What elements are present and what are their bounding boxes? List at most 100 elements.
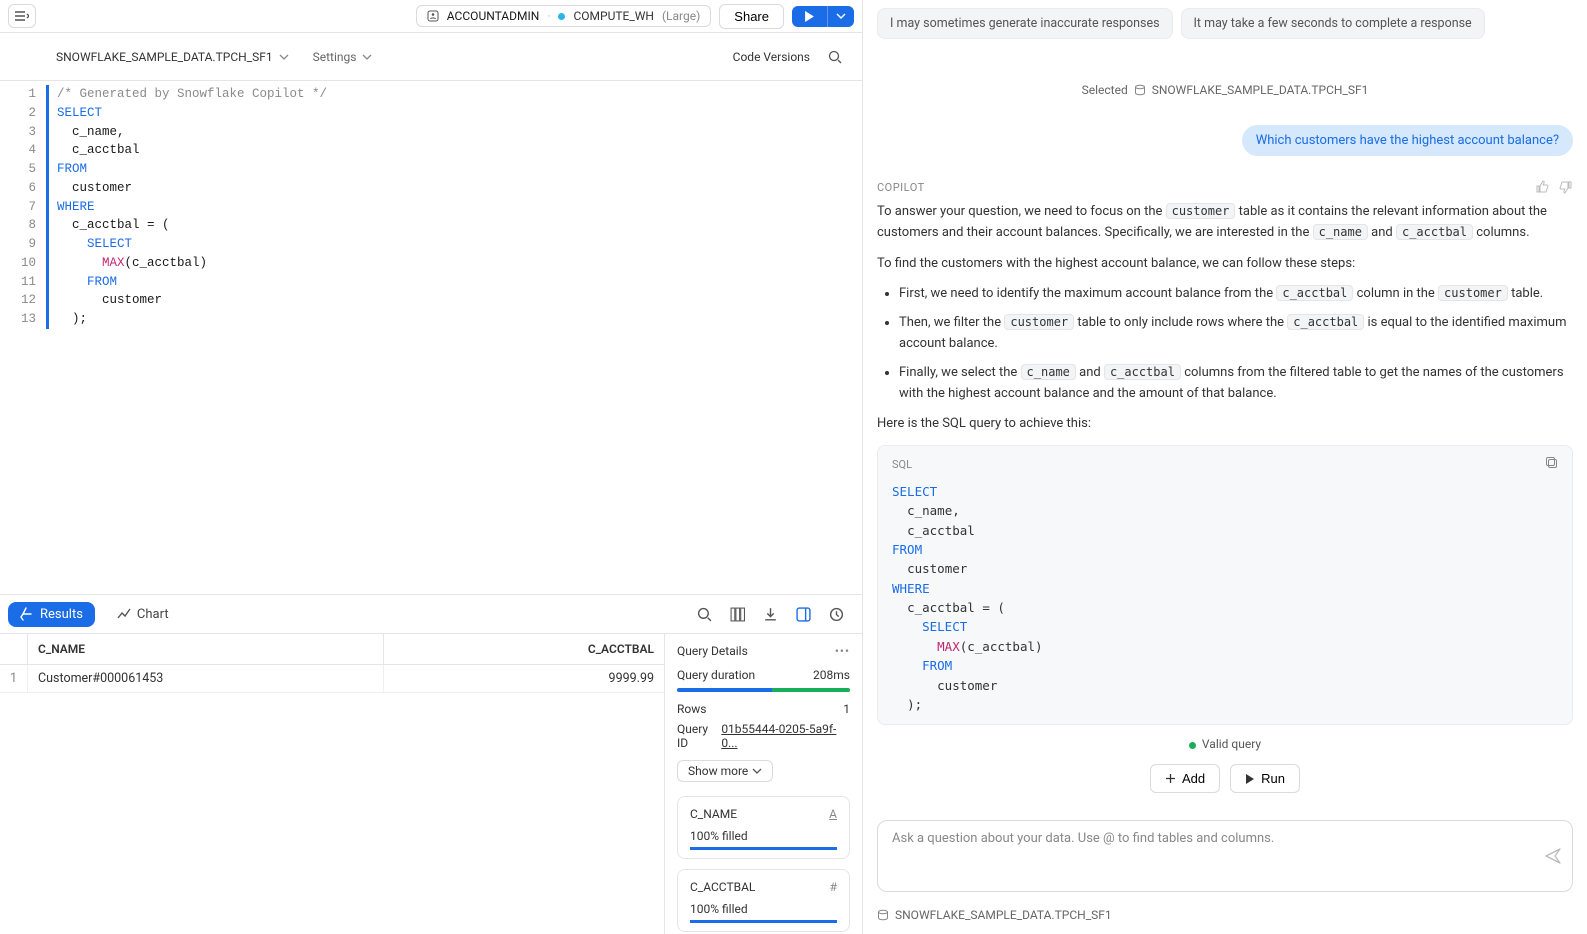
search-results-button[interactable] xyxy=(697,607,712,622)
details-more-button[interactable]: ••• xyxy=(835,644,850,658)
fill-bar xyxy=(690,920,837,923)
results-icon xyxy=(20,607,34,621)
duration-label: Query duration xyxy=(677,668,755,682)
row-index: 1 xyxy=(0,665,28,692)
search-button[interactable] xyxy=(828,50,842,64)
role-icon xyxy=(427,10,439,22)
play-icon xyxy=(804,11,815,22)
queryid-value[interactable]: 01b55444-0205-5a9f-0... xyxy=(721,722,850,750)
columns-button[interactable] xyxy=(730,607,745,622)
rows-label: Rows xyxy=(677,702,706,716)
duration-value: 208ms xyxy=(813,668,850,682)
run-button[interactable] xyxy=(792,6,827,27)
code-versions-link[interactable]: Code Versions xyxy=(733,50,810,64)
tab-chart-label: Chart xyxy=(137,607,169,622)
fill-bar xyxy=(690,847,837,850)
table-row[interactable]: 1 Customer#000061453 9999.99 xyxy=(0,665,664,693)
column-card-cacctbal[interactable]: C_ACCTBAL # 100% filled xyxy=(677,869,850,932)
copilot-pane: I may sometimes generate inaccurate resp… xyxy=(863,0,1587,934)
panel-toggle-button[interactable] xyxy=(796,607,811,622)
chevron-down-icon xyxy=(279,52,289,62)
send-button[interactable] xyxy=(1544,847,1562,865)
sidebar-toggle-button[interactable] xyxy=(8,4,36,28)
columns-icon xyxy=(730,607,745,622)
worksheet-header: SNOWFLAKE_SAMPLE_DATA.TPCH_SF1 Settings … xyxy=(0,33,862,81)
valid-dot-icon xyxy=(1189,742,1196,749)
search-icon xyxy=(828,50,842,64)
cell-cname: Customer#000061453 xyxy=(28,665,384,692)
copilot-input-area: Ask a question about your data. Use @ to… xyxy=(863,810,1587,902)
share-button[interactable]: Share xyxy=(719,4,784,29)
rows-value: 1 xyxy=(843,702,850,716)
copilot-input[interactable]: Ask a question about your data. Use @ to… xyxy=(877,820,1573,892)
thumbs-up-icon xyxy=(1535,180,1549,194)
thumbs-down-button[interactable] xyxy=(1559,180,1573,194)
cell-cacctbal: 9999.99 xyxy=(384,665,664,692)
duration-bar xyxy=(677,688,850,692)
queryid-label: Query ID xyxy=(677,722,721,750)
results-toolbar: Results Chart xyxy=(0,594,862,634)
tab-results[interactable]: Results xyxy=(8,602,95,627)
copilot-context-footer[interactable]: SNOWFLAKE_SAMPLE_DATA.TPCH_SF1 xyxy=(863,902,1587,934)
editor-code: /* Generated by Snowflake Copilot */SELE… xyxy=(46,85,327,329)
table-index-header xyxy=(0,634,28,664)
col-card-title: C_NAME xyxy=(690,807,737,821)
panel-icon xyxy=(796,607,811,622)
settings-label: Settings xyxy=(313,50,357,64)
valid-query-indicator: Valid query xyxy=(877,735,1573,754)
add-sql-button[interactable]: Add xyxy=(1150,764,1220,793)
copy-sql-button[interactable] xyxy=(1545,456,1558,474)
chevron-down-icon xyxy=(752,766,762,776)
worksheet-title: SNOWFLAKE_SAMPLE_DATA.TPCH_SF1 xyxy=(56,50,273,64)
chevron-down-icon xyxy=(362,52,372,62)
history-button[interactable] xyxy=(829,607,844,622)
selected-context: Selected SNOWFLAKE_SAMPLE_DATA.TPCH_SF1 xyxy=(863,47,1587,125)
query-details-title: Query Details xyxy=(677,644,748,658)
results-area: C_NAME C_ACCTBAL 1 Customer#000061453 99… xyxy=(0,634,862,934)
search-icon xyxy=(697,607,712,622)
thumbs-up-button[interactable] xyxy=(1535,180,1549,194)
number-type-icon: # xyxy=(830,880,837,894)
send-icon xyxy=(1544,847,1562,865)
run-dropdown-button[interactable] xyxy=(827,6,854,27)
selected-context-name: SNOWFLAKE_SAMPLE_DATA.TPCH_SF1 xyxy=(1152,83,1369,97)
sql-code-block: SQL SELECT c_name, c_acctbal FROM custom… xyxy=(877,445,1573,725)
editor-gutter: 12345678910111213 xyxy=(4,85,46,329)
table-header-cacctbal[interactable]: C_ACCTBAL xyxy=(384,634,664,664)
database-icon xyxy=(1134,84,1146,96)
query-details-panel: Query Details ••• Query duration 208ms R… xyxy=(664,634,862,934)
user-message: Which customers have the highest account… xyxy=(1242,125,1573,156)
thumbs-down-icon xyxy=(1559,180,1573,194)
suggestion-chip[interactable]: I may sometimes generate inaccurate resp… xyxy=(877,8,1173,39)
tab-results-label: Results xyxy=(40,607,83,622)
text-type-icon: A xyxy=(829,807,837,821)
role-warehouse-selector[interactable]: ACCOUNTADMIN · COMPUTE_WH (Large) xyxy=(416,5,712,27)
sql-code: SELECT c_name, c_acctbal FROM customer W… xyxy=(892,482,1558,715)
suggestion-chip[interactable]: It may take a few seconds to complete a … xyxy=(1181,8,1485,39)
worksheet-settings-button[interactable]: Settings xyxy=(313,50,373,64)
col-card-title: C_ACCTBAL xyxy=(690,880,755,894)
sidebar-toggle-icon xyxy=(15,10,29,22)
clock-icon xyxy=(829,607,844,622)
suggestion-chips: I may sometimes generate inaccurate resp… xyxy=(863,0,1587,47)
table-header-cname[interactable]: C_NAME xyxy=(28,634,384,664)
chart-icon xyxy=(117,607,131,621)
copilot-response: To answer your question, we need to focu… xyxy=(863,198,1587,810)
role-label: ACCOUNTADMIN xyxy=(447,9,540,23)
show-more-button[interactable]: Show more xyxy=(677,760,773,782)
column-card-cname[interactable]: C_NAME A 100% filled xyxy=(677,796,850,859)
warehouse-status-icon xyxy=(558,13,565,20)
tab-chart[interactable]: Chart xyxy=(105,602,181,627)
sql-label: SQL xyxy=(892,456,912,474)
play-icon xyxy=(1245,774,1255,784)
sql-editor[interactable]: 12345678910111213 /* Generated by Snowfl… xyxy=(0,81,862,594)
user-message-row: Which customers have the highest account… xyxy=(863,125,1587,176)
plus-icon xyxy=(1165,773,1176,784)
download-button[interactable] xyxy=(763,607,778,622)
worksheet-context-selector[interactable]: SNOWFLAKE_SAMPLE_DATA.TPCH_SF1 xyxy=(56,50,289,64)
top-bar: ACCOUNTADMIN · COMPUTE_WH (Large) Share xyxy=(0,0,862,33)
chevron-down-icon xyxy=(836,11,846,21)
worksheet-pane: ACCOUNTADMIN · COMPUTE_WH (Large) Share … xyxy=(0,0,863,934)
col-fill-text: 100% filled xyxy=(690,829,837,843)
run-sql-button[interactable]: Run xyxy=(1230,764,1300,793)
